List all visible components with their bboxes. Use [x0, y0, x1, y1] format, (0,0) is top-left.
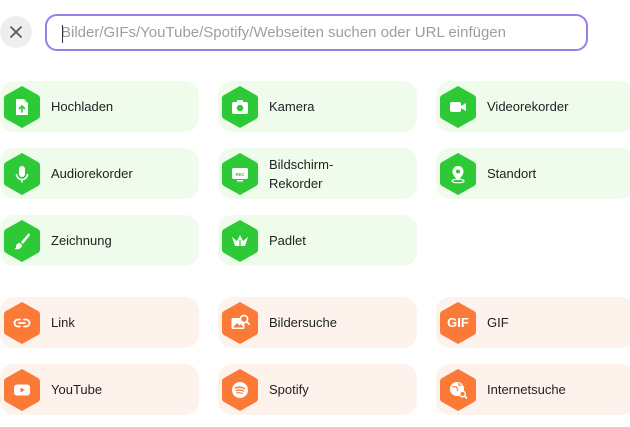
- tile-youtube[interactable]: YouTube: [0, 364, 199, 415]
- screen-record-icon: REC: [221, 152, 259, 196]
- tile-video-recorder[interactable]: Videorekorder: [436, 81, 630, 132]
- video-camera-icon: [439, 85, 477, 129]
- gif-icon: GIF: [439, 301, 477, 345]
- tile-label: Padlet: [269, 233, 306, 248]
- tile-label: Internetsuche: [487, 382, 566, 397]
- location-pin-icon: [439, 152, 477, 196]
- close-icon: [10, 26, 22, 38]
- tile-web-search[interactable]: Internetsuche: [436, 364, 630, 415]
- tile-upload[interactable]: Hochladen: [0, 81, 199, 132]
- tile-padlet[interactable]: Padlet: [218, 215, 417, 266]
- tile-label: Link: [51, 315, 75, 330]
- padlet-icon: [221, 219, 259, 263]
- tile-spotify[interactable]: Spotify: [218, 364, 417, 415]
- gif-icon-text: GIF: [447, 315, 469, 330]
- search-field[interactable]: [45, 14, 588, 51]
- tile-label: Bildersuche: [269, 315, 337, 330]
- microphone-icon: [3, 152, 41, 196]
- text-caret: [62, 25, 63, 43]
- upload-file-icon: [3, 85, 41, 129]
- tile-label: Standort: [487, 166, 537, 181]
- brush-icon: [3, 219, 41, 263]
- tile-label: YouTube: [51, 382, 103, 397]
- tile-label: Kamera: [269, 99, 315, 114]
- tile-label-line1: Bildschirm-: [269, 157, 334, 172]
- tile-label: Audiorekorder: [51, 166, 133, 181]
- globe-search-icon: [439, 368, 477, 412]
- image-search-icon: [221, 301, 259, 345]
- tile-gif[interactable]: GIF GIF: [436, 297, 630, 348]
- tile-screen-recorder[interactable]: REC Bildschirm- Rekorder: [218, 148, 417, 199]
- tile-label: Hochladen: [51, 99, 114, 114]
- svg-text:REC: REC: [236, 171, 245, 176]
- spotify-icon: [221, 368, 259, 412]
- tile-label-multiline: Bildschirm- Rekorder: [269, 155, 333, 193]
- close-button[interactable]: [0, 16, 32, 48]
- tile-label: Videorekorder: [487, 99, 569, 114]
- tile-camera[interactable]: Kamera: [218, 81, 417, 132]
- tile-label: Zeichnung: [51, 233, 112, 248]
- tile-label-line2: Rekorder: [269, 176, 323, 191]
- youtube-icon: [3, 368, 41, 412]
- link-icon: [3, 301, 41, 345]
- tile-label: Spotify: [269, 382, 309, 397]
- search-input[interactable]: [61, 24, 586, 41]
- tile-location[interactable]: Standort: [436, 148, 630, 199]
- tile-image-search[interactable]: Bildersuche: [218, 297, 417, 348]
- camera-icon: [221, 85, 259, 129]
- tile-audio-recorder[interactable]: Audiorekorder: [0, 148, 199, 199]
- tile-label: GIF: [487, 315, 509, 330]
- tile-link[interactable]: Link: [0, 297, 199, 348]
- tile-drawing[interactable]: Zeichnung: [0, 215, 199, 266]
